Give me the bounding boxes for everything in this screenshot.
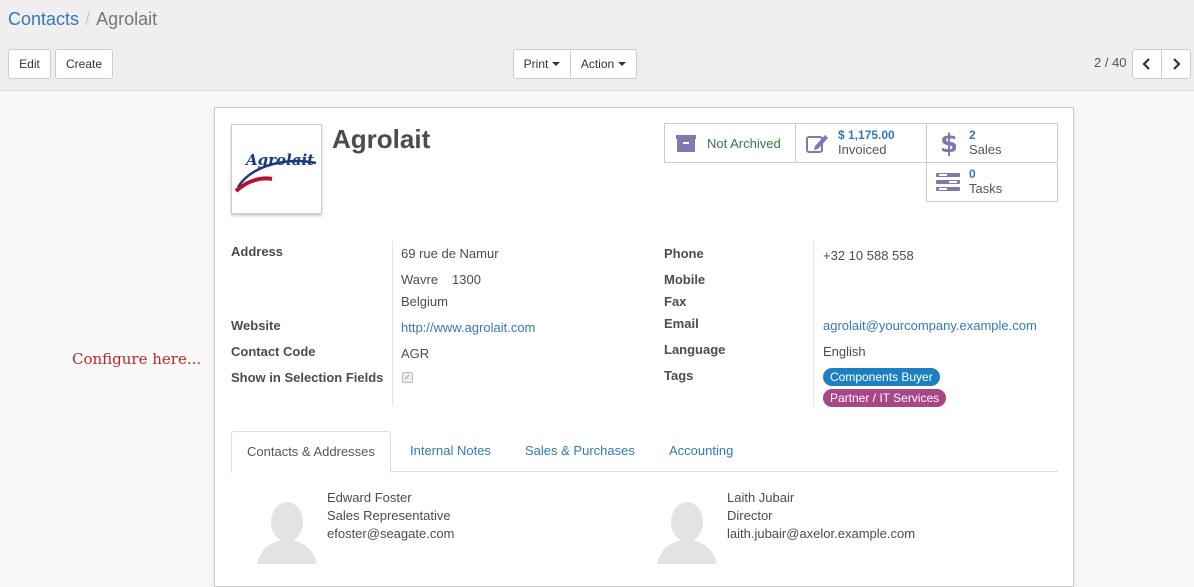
mobile-label: Mobile	[664, 272, 706, 287]
tasks-label: Tasks	[969, 181, 1003, 196]
pager-value[interactable]: 2 / 40	[1094, 55, 1127, 70]
right-field-separator	[813, 241, 814, 406]
left-field-separator	[392, 241, 393, 406]
sales-count: 2	[969, 128, 976, 142]
svg-text:Agrolait: Agrolait	[244, 151, 314, 169]
show-in-selection-checkbox[interactable]: ✓	[402, 372, 413, 383]
language-label: Language	[664, 342, 726, 357]
chevron-down-icon	[618, 62, 627, 66]
tab-accounting[interactable]: Accounting	[669, 431, 733, 472]
form-sheet: Agrolait Agrolait Not Archived $ 1,175.0…	[214, 107, 1074, 587]
tab-contacts-addresses[interactable]: Contacts & Addresses	[231, 431, 391, 473]
chevron-right-icon	[1173, 58, 1181, 70]
breadcrumb: Contacts / Agrolait	[8, 9, 157, 30]
breadcrumb-separator: /	[85, 9, 91, 29]
pencil-square-icon	[804, 132, 830, 154]
pager-previous-button[interactable]	[1132, 49, 1162, 79]
contact-role: Director	[727, 508, 773, 523]
address-street: 69 rue de Namur	[401, 246, 499, 261]
tab-internal-notes[interactable]: Internal Notes	[410, 431, 491, 472]
breadcrumb-current: Agrolait	[96, 9, 158, 29]
email-label: Email	[664, 316, 699, 331]
fax-label: Fax	[664, 294, 687, 309]
invoiced-amount: $ 1,175.00	[838, 128, 895, 142]
create-button[interactable]: Create	[55, 49, 113, 79]
address-label: Address	[231, 244, 284, 259]
phone-label: Phone	[664, 246, 704, 261]
sales-label: Sales	[969, 142, 1002, 157]
contact-email: efoster@seagate.com	[327, 526, 455, 541]
contact-name: Edward Foster	[327, 490, 412, 505]
agrolait-logo-image: Agrolait	[234, 151, 317, 193]
chevron-left-icon	[1142, 58, 1150, 70]
action-button-label: Action	[580, 57, 615, 71]
language-value: English	[823, 344, 866, 359]
notebook-tabs: Contacts & Addresses Internal Notes Sale…	[231, 431, 1058, 473]
tags-label: Tags	[664, 368, 694, 383]
partner-logo[interactable]: Agrolait	[231, 124, 322, 214]
tag-components-buyer[interactable]: Components Buyer	[823, 368, 940, 386]
print-dropdown-button[interactable]: Print	[513, 49, 571, 79]
annotation-text: Configure here...	[72, 350, 202, 368]
chevron-down-icon	[552, 62, 561, 66]
invoiced-button[interactable]: $ 1,175.00 Invoiced	[795, 123, 927, 163]
address-city: Wavre	[401, 272, 439, 287]
pager-next-button[interactable]	[1161, 49, 1191, 79]
contact-details: Edward Foster Sales Representative efost…	[327, 489, 454, 543]
archive-status-label: Not Archived	[707, 135, 781, 151]
action-dropdown-button[interactable]: Action	[570, 49, 637, 79]
contact-email: laith.jubair@axelor.example.com	[727, 526, 916, 541]
invoiced-stat: $ 1,175.00 Invoiced	[838, 128, 895, 158]
tasks-list-icon	[935, 172, 961, 192]
avatar-placeholder-icon	[257, 502, 317, 564]
tab-sales-purchases[interactable]: Sales & Purchases	[525, 431, 635, 472]
contact-role: Sales Representative	[327, 508, 451, 523]
create-button-label: Create	[65, 57, 103, 71]
control-panel: Contacts / Agrolait Edit Create Print Acti…	[0, 0, 1194, 91]
contact-name: Laith Jubair	[727, 490, 795, 505]
contact-details: Laith Jubair Director laith.jubair@axelo…	[727, 489, 915, 543]
sales-stat: 2 Sales	[969, 128, 1002, 158]
show-in-selection-label: Show in Selection Fields	[231, 370, 384, 385]
website-label: Website	[231, 318, 281, 333]
edit-button-label: Edit	[19, 57, 40, 71]
archive-toggle-button[interactable]: Not Archived	[664, 123, 796, 163]
address-country: Belgium	[401, 294, 448, 309]
website-link[interactable]: http://www.agrolait.com	[401, 320, 535, 335]
contact-code-label: Contact Code	[231, 344, 316, 359]
tasks-count: 0	[969, 167, 976, 181]
dollar-icon: $	[935, 129, 961, 157]
archive-box-icon	[673, 133, 699, 153]
phone-value: +32 10 588 558	[823, 248, 914, 263]
edit-button[interactable]: Edit	[8, 49, 51, 79]
svg-text:$: $	[940, 129, 956, 157]
partner-name: Agrolait	[332, 124, 431, 154]
tasks-button[interactable]: 0 Tasks	[926, 162, 1058, 202]
invoiced-label: Invoiced	[838, 142, 887, 157]
breadcrumb-contacts-link[interactable]: Contacts	[8, 9, 79, 29]
contact-code-value: AGR	[401, 346, 430, 361]
avatar-placeholder-icon	[657, 502, 717, 564]
tag-partner-it-services[interactable]: Partner / IT Services	[823, 389, 947, 407]
tasks-stat: 0 Tasks	[969, 167, 1002, 197]
print-button-label: Print	[523, 57, 549, 71]
address-zip: 1300	[452, 272, 481, 287]
sales-button[interactable]: $ 2 Sales	[926, 123, 1058, 163]
email-link[interactable]: agrolait@yourcompany.example.com	[823, 318, 1037, 333]
